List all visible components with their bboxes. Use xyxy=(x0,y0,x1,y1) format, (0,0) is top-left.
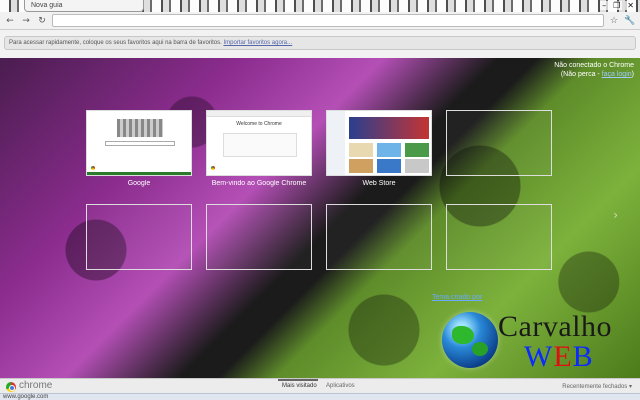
bookmark-hint: Para acessar rapidamente, coloque os seu… xyxy=(4,36,636,50)
most-visited-tile-welcome[interactable]: Welcome to Chrome xyxy=(206,110,312,176)
minimize-icon[interactable]: – xyxy=(600,1,609,10)
most-visited-tile-empty[interactable] xyxy=(446,204,552,270)
most-visited-tile-empty[interactable] xyxy=(446,110,552,176)
webstore-app-tile xyxy=(377,159,401,173)
most-visited-tile-empty[interactable] xyxy=(326,204,432,270)
login-line2-prefix: (Não perca - xyxy=(560,71,602,78)
window-controls: – ❐ ✕ xyxy=(600,1,636,10)
webstore-app-tile xyxy=(405,159,429,173)
next-page-arrow-icon[interactable]: › xyxy=(613,208,618,222)
tile-title-google[interactable]: Google xyxy=(86,180,192,187)
most-visited-tile-webstore[interactable] xyxy=(326,110,432,176)
toolbar: ← → ↻ ☆ 🔧 xyxy=(0,12,640,30)
reload-icon[interactable]: ↻ xyxy=(36,16,48,26)
login-line1: Não conectado o Chrome xyxy=(554,62,634,69)
status-bar-url: www.google.com xyxy=(0,393,640,400)
webstore-app-tile xyxy=(377,143,401,157)
theme-credit-link[interactable]: Tema criado por xyxy=(432,294,482,301)
login-link[interactable]: faça login xyxy=(602,71,632,78)
tile-title-webstore[interactable]: Web Store xyxy=(326,180,432,187)
back-icon[interactable]: ← xyxy=(4,16,16,26)
restore-icon[interactable]: ❐ xyxy=(611,1,623,10)
brand-logo-web: WEB xyxy=(524,340,594,374)
chrome-wordmark: chrome xyxy=(19,380,53,391)
webstore-app-tile xyxy=(405,143,429,157)
new-tab-page: Não conectado o Chrome (Não perca - faça… xyxy=(0,58,640,378)
browser-frame: Nova guia – ❐ ✕ ← → ↻ ☆ 🔧 xyxy=(0,0,640,30)
welcome-header-preview xyxy=(207,111,311,117)
login-line2-suffix: ) xyxy=(631,71,634,78)
bookmark-hint-text: Para acessar rapidamente, coloque os seu… xyxy=(9,40,224,46)
tab-new-tab[interactable]: Nova guia xyxy=(24,0,144,12)
welcome-preview-heading: Welcome to Chrome xyxy=(236,121,282,127)
webstore-app-tile xyxy=(349,143,373,157)
google-favicon-icon xyxy=(90,165,96,171)
recently-closed-menu[interactable]: Recentemente fechados ▾ xyxy=(562,383,632,390)
tile-title-welcome[interactable]: Bem-vindo ao Google Chrome xyxy=(206,180,312,187)
google-footer-preview xyxy=(87,172,191,175)
chrome-favicon-icon xyxy=(210,165,216,171)
brand-letter: E xyxy=(553,340,573,373)
webstore-app-tile xyxy=(349,159,373,173)
close-icon[interactable]: ✕ xyxy=(625,1,636,10)
google-search-box-preview xyxy=(105,141,175,146)
login-promo: Não conectado o Chrome (Não perca - faça… xyxy=(554,61,634,79)
brand-letter: B xyxy=(572,340,594,373)
omnibox-input[interactable] xyxy=(52,14,604,27)
most-visited-tile-empty[interactable] xyxy=(86,204,192,270)
ntp-footer: chrome Mais visitado Aplicativos Recente… xyxy=(0,378,640,393)
tab-most-visited[interactable]: Mais visitado xyxy=(278,379,318,389)
forward-icon[interactable]: → xyxy=(20,16,32,26)
webstore-sidebar-preview xyxy=(327,111,345,175)
brand-letter: W xyxy=(524,340,554,373)
tab-apps[interactable]: Aplicativos xyxy=(326,383,355,389)
star-icon[interactable]: ☆ xyxy=(608,16,620,26)
bookmark-bar: Para acessar rapidamente, coloque os seu… xyxy=(0,30,640,58)
globe-logo xyxy=(442,312,498,368)
google-doodle-image xyxy=(117,119,163,137)
welcome-card-preview xyxy=(223,133,297,157)
brand-logo-word: Carvalho xyxy=(498,310,612,343)
most-visited-tile-google[interactable] xyxy=(86,110,192,176)
webstore-banner-preview xyxy=(349,117,429,139)
most-visited-tile-empty[interactable] xyxy=(206,204,312,270)
chrome-logo-icon xyxy=(6,382,16,392)
login-line2: (Não perca - faça login) xyxy=(554,70,634,79)
wrench-icon[interactable]: 🔧 xyxy=(624,16,636,26)
import-bookmarks-link[interactable]: Importar favoritos agora... xyxy=(223,40,292,46)
tab-title: Nova guia xyxy=(31,2,63,9)
